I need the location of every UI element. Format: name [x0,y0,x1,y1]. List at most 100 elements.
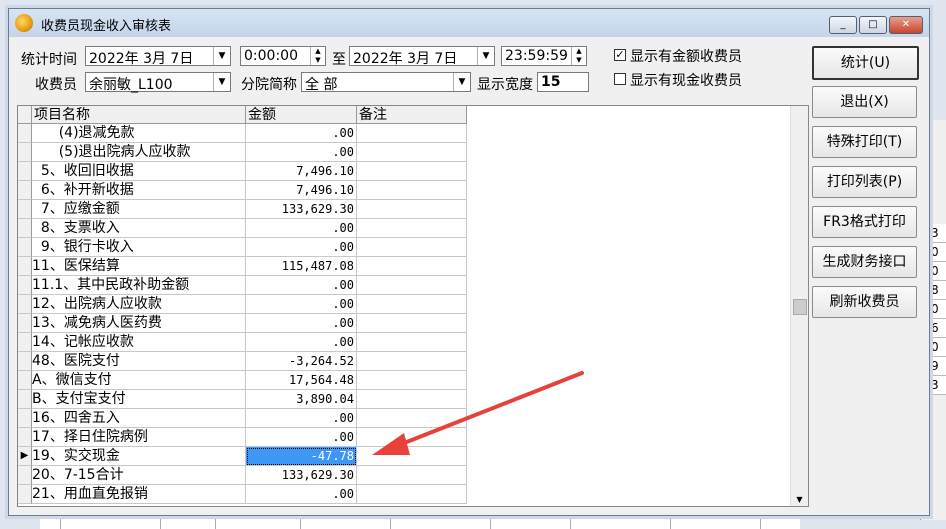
row-indicator[interactable] [18,409,32,428]
row-indicator[interactable] [18,295,32,314]
amount-cell[interactable]: 133,629.30 [246,200,357,219]
note-cell[interactable] [357,238,467,257]
amount-cell[interactable]: 3,890.04 [246,390,357,409]
row-indicator[interactable] [18,371,32,390]
amount-cell[interactable]: -47.78 [246,447,357,466]
note-cell[interactable] [357,314,467,333]
item-name-cell[interactable]: 21、用血直免报销 [32,485,246,504]
note-cell[interactable] [357,485,467,504]
row-indicator[interactable] [18,314,32,333]
item-name-cell[interactable]: 48、医院支付 [32,352,246,371]
amount-cell[interactable]: 7,496.10 [246,181,357,200]
note-cell[interactable] [357,257,467,276]
end-date-picker[interactable]: 2022年 3月 7日 ▼ [349,46,495,67]
chevron-down-icon[interactable]: ▼ [213,47,230,65]
row-indicator[interactable] [18,143,32,162]
row-indicator[interactable] [18,200,32,219]
start-time-spinner[interactable]: ▲ ▼ [310,47,325,65]
item-name-cell[interactable]: 14、记帐应收款 [32,333,246,352]
item-name-cell[interactable]: 6、补开新收据 [32,181,246,200]
minimize-button[interactable]: _ [829,16,857,34]
amount-cell[interactable]: 7,496.10 [246,162,357,181]
row-indicator[interactable] [18,219,32,238]
note-cell[interactable] [357,219,467,238]
table-row[interactable]: (4)退减免款 .00 [18,124,467,143]
item-name-cell[interactable]: 17、择日住院病例 [32,428,246,447]
start-date-picker[interactable]: 2022年 3月 7日 ▼ [85,46,231,67]
column-header-amount[interactable]: 金额 [246,106,357,124]
note-cell[interactable] [357,200,467,219]
item-name-cell[interactable]: 16、四舍五入 [32,409,246,428]
exit-button[interactable]: 退出(X) [812,86,917,118]
chevron-down-icon[interactable]: ▼ [213,73,230,91]
column-header-note[interactable]: 备注 [357,106,467,124]
fr3-print-button[interactable]: FR3格式打印 [812,206,917,238]
item-name-cell[interactable]: 9、银行卡收入 [32,238,246,257]
row-indicator[interactable] [18,466,32,485]
start-time-field[interactable]: 0:00:00 ▲ ▼ [240,46,326,66]
amount-cell[interactable]: .00 [246,428,357,447]
item-name-cell[interactable]: 20、7-15合计 [32,466,246,485]
row-indicator[interactable] [18,333,32,352]
end-time-spinner[interactable]: ▲ ▼ [571,47,586,65]
note-cell[interactable] [357,181,467,200]
item-name-cell[interactable]: B、支付宝支付 [32,390,246,409]
row-indicator[interactable] [18,428,32,447]
table-row[interactable]: 7、应缴金额 133,629.30 [18,200,467,219]
chevron-down-icon[interactable]: ▼ [477,47,494,65]
show-amount-checkbox[interactable]: ✓ [614,49,626,61]
end-time-field[interactable]: 23:59:59 ▲ ▼ [501,46,587,66]
amount-cell[interactable]: 17,564.48 [246,371,357,390]
row-indicator[interactable] [18,485,32,504]
maximize-button[interactable]: □ [859,16,887,34]
amount-cell[interactable]: .00 [246,124,357,143]
note-cell[interactable] [357,295,467,314]
amount-cell[interactable]: .00 [246,485,357,504]
item-name-cell[interactable]: 13、减免病人医药费 [32,314,246,333]
amount-cell[interactable]: .00 [246,238,357,257]
amount-cell[interactable]: .00 [246,314,357,333]
row-indicator[interactable] [18,238,32,257]
scroll-thumb[interactable] [793,299,807,315]
note-cell[interactable] [357,124,467,143]
item-name-cell[interactable]: 19、实交现金 [32,447,246,466]
table-row[interactable]: 6、补开新收据 7,496.10 [18,181,467,200]
row-indicator[interactable] [18,162,32,181]
table-row[interactable]: 13、减免病人医药费 .00 [18,314,467,333]
note-cell[interactable] [357,276,467,295]
table-row[interactable]: 8、支票收入 .00 [18,219,467,238]
note-cell[interactable] [357,143,467,162]
scroll-down-icon[interactable]: ▼ [791,495,808,504]
amount-cell[interactable]: 133,629.30 [246,466,357,485]
amount-cell[interactable]: 115,487.08 [246,257,357,276]
special-print-button[interactable]: 特殊打印(T) [812,126,917,158]
table-row[interactable]: 11、医保结算 115,487.08 [18,257,467,276]
branch-select[interactable]: 全 部 ▼ [301,72,471,93]
item-name-cell[interactable]: 11、医保结算 [32,257,246,276]
cashier-select[interactable]: 余丽敏_L100 ▼ [85,72,231,93]
table-row[interactable]: 5、收回旧收据 7,496.10 [18,162,467,181]
width-input[interactable]: 15 [537,72,589,92]
show-cash-checkbox[interactable] [614,73,626,85]
table-row[interactable]: 21、用血直免报销 .00 [18,485,467,504]
table-row[interactable]: 11.1、其中民政补助金额 .00 [18,276,467,295]
close-button[interactable]: ✕ [889,16,923,34]
note-cell[interactable] [357,162,467,181]
amount-cell[interactable]: .00 [246,333,357,352]
row-indicator[interactable] [18,257,32,276]
row-indicator[interactable]: ▶ [18,447,32,466]
title-bar[interactable]: 收费员现金收入审核表 _ □ ✕ [9,9,929,37]
amount-cell[interactable]: .00 [246,295,357,314]
table-row[interactable]: (5)退出院病人应收款 .00 [18,143,467,162]
stat-button[interactable]: 统计(U) [812,46,919,80]
item-name-cell[interactable]: (5)退出院病人应收款 [32,143,246,162]
item-name-cell[interactable]: (4)退减免款 [32,124,246,143]
finance-interface-button[interactable]: 生成财务接口 [812,246,917,278]
amount-cell[interactable]: .00 [246,409,357,428]
item-name-cell[interactable]: 5、收回旧收据 [32,162,246,181]
item-name-cell[interactable]: 7、应缴金额 [32,200,246,219]
row-indicator[interactable] [18,276,32,295]
vertical-scrollbar[interactable]: ▼ [790,106,808,506]
amount-cell[interactable]: -3,264.52 [246,352,357,371]
item-name-cell[interactable]: 12、出院病人应收款 [32,295,246,314]
